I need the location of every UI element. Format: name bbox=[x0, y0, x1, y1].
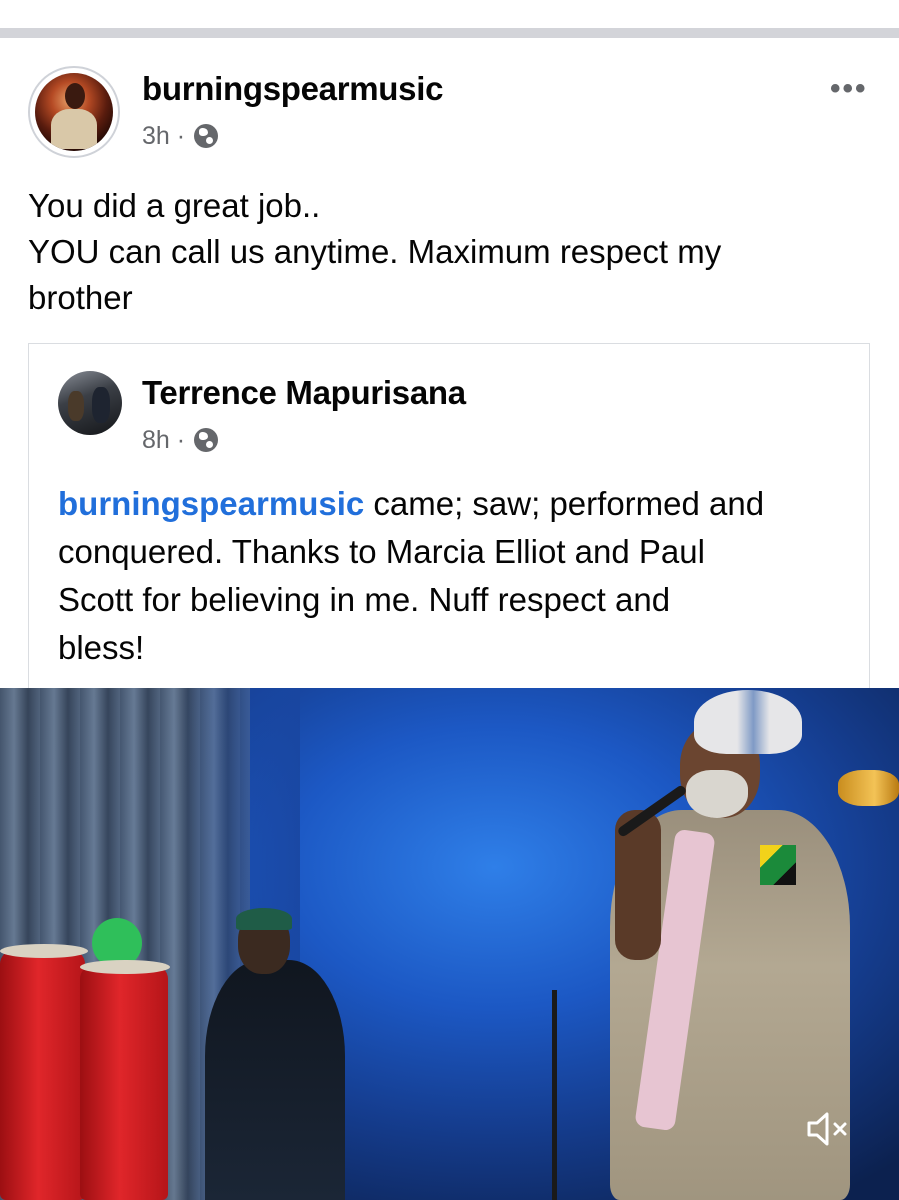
post-text-line: YOU can call us anytime. Maximum respect… bbox=[28, 233, 722, 270]
top-bar bbox=[0, 0, 899, 28]
background-musician-cap bbox=[236, 908, 292, 930]
conga-drum bbox=[80, 965, 168, 1200]
shared-text-line: Scott for believing in me. Nuff respect … bbox=[58, 581, 671, 618]
post-text: You did a great job.. YOU can call us an… bbox=[28, 183, 868, 321]
shared-post-meta: 8h · bbox=[142, 426, 219, 455]
globe-icon bbox=[194, 124, 219, 148]
trumpet bbox=[838, 770, 899, 806]
shared-post-time[interactable]: 8h bbox=[142, 426, 170, 454]
author-avatar[interactable] bbox=[28, 66, 120, 158]
meta-separator: · bbox=[176, 426, 186, 454]
more-options-icon[interactable]: ••• bbox=[830, 72, 868, 106]
mention-link[interactable]: burningspearmusic bbox=[58, 485, 364, 522]
background-musician bbox=[205, 960, 345, 1200]
shared-author-name[interactable]: Terrence Mapurisana bbox=[142, 374, 466, 412]
meta-separator: · bbox=[176, 122, 186, 150]
post-time[interactable]: 3h bbox=[142, 122, 170, 150]
shared-author-avatar[interactable] bbox=[58, 371, 122, 435]
mic-stand bbox=[552, 990, 557, 1200]
author-name[interactable]: burningspearmusic bbox=[142, 70, 443, 108]
drum-rim bbox=[0, 944, 88, 958]
singer-beard bbox=[686, 770, 748, 818]
singer-hat bbox=[694, 690, 802, 754]
muted-speaker-icon[interactable] bbox=[805, 1108, 853, 1150]
post-text-line: You did a great job.. bbox=[28, 187, 321, 224]
drum-rim bbox=[80, 960, 170, 974]
shared-text-line: conquered. Thanks to Marcia Elliot and P… bbox=[58, 533, 705, 570]
post-text-line: brother bbox=[28, 279, 133, 316]
globe-icon bbox=[194, 428, 219, 452]
feed-divider bbox=[0, 28, 899, 38]
shared-text-line: burningspearmusic came; saw; performed a… bbox=[58, 480, 858, 528]
conga-drum bbox=[0, 950, 85, 1200]
flag-patch bbox=[760, 845, 796, 885]
shared-text-fragment: came; saw; performed and bbox=[364, 485, 765, 522]
shared-post-text: burningspearmusic came; saw; performed a… bbox=[58, 480, 858, 672]
post-meta: 3h · bbox=[142, 122, 219, 151]
shared-text-line: bless! bbox=[58, 629, 145, 666]
